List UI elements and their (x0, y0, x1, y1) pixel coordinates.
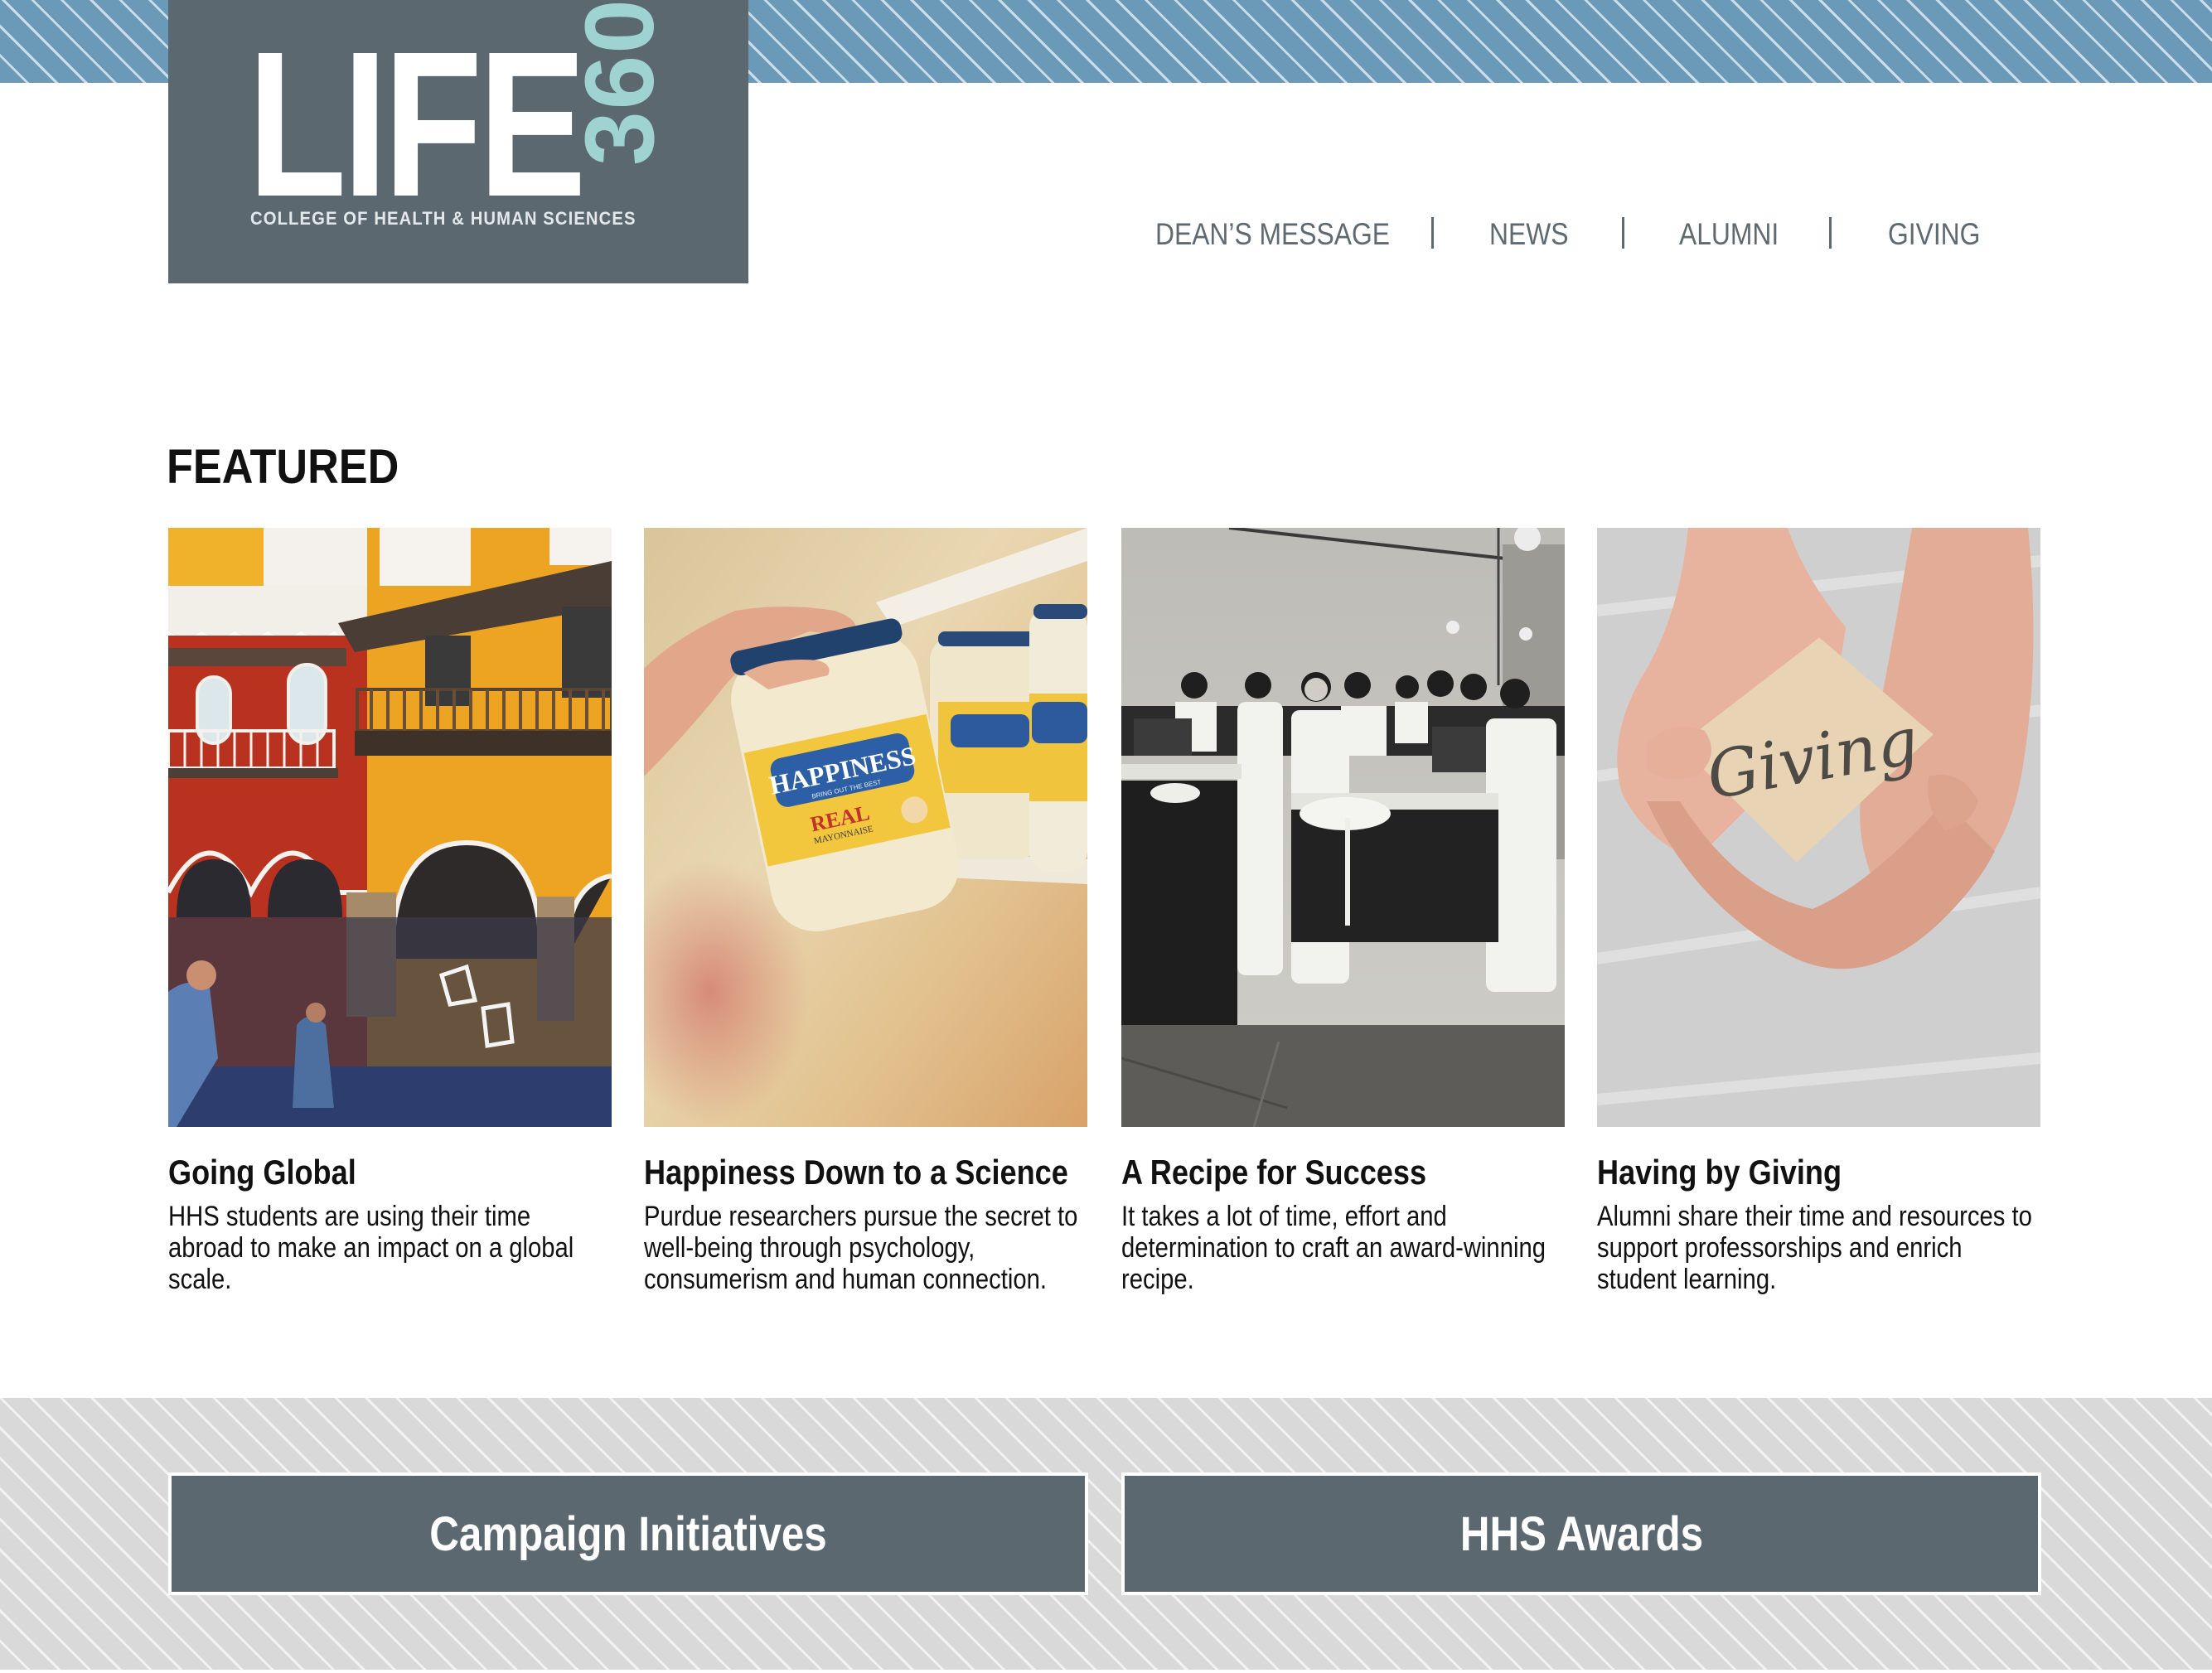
hhs-awards-button[interactable]: HHS Awards (1121, 1472, 2041, 1595)
mayonnaise-jar-illustration: HAPPINESS BRING OUT THE BEST REAL MAYONN… (644, 528, 1087, 1127)
nav-item-deans-message[interactable]: DEAN’S MESSAGE (1155, 214, 1390, 255)
logo-subtitle: COLLEGE OF HEALTH & HUMAN SCIENCES (250, 208, 636, 229)
card-title[interactable]: Happiness Down to a Science (644, 1151, 1068, 1194)
nav-separator (1431, 217, 1434, 249)
nav-separator (1622, 217, 1624, 249)
card-image-colonial-buildings[interactable] (168, 528, 612, 1127)
colonial-buildings-illustration (168, 528, 612, 1127)
nav-item-alumni[interactable]: ALUMNI (1679, 214, 1779, 255)
cta-label: Campaign Initiatives (429, 1506, 827, 1561)
logo-wordmark: LIFE (248, 8, 586, 239)
card-description: Alumni share their time and resources to… (1597, 1201, 2032, 1295)
card-image-giving-hands[interactable]: Giving (1597, 528, 2040, 1127)
nav-item-giving[interactable]: GIVING (1888, 214, 1980, 255)
card-description: It takes a lot of time, effort and deter… (1121, 1201, 1546, 1295)
card-title[interactable]: A Recipe for Success (1121, 1151, 1426, 1194)
cta-label: HHS Awards (1459, 1506, 1703, 1561)
giving-hands-illustration: Giving (1597, 528, 2040, 1127)
card-image-mayonnaise-jar[interactable]: HAPPINESS BRING OUT THE BEST REAL MAYONN… (644, 528, 1087, 1127)
campaign-initiatives-button[interactable]: Campaign Initiatives (168, 1472, 1088, 1595)
nav-separator (1829, 217, 1832, 249)
historic-kitchen-illustration (1121, 528, 1565, 1127)
site-logo[interactable]: LIFE 360 COLLEGE OF HEALTH & HUMAN SCIEN… (168, 0, 748, 283)
featured-heading: FEATURED (167, 440, 399, 494)
nav-item-news[interactable]: NEWS (1489, 214, 1568, 255)
card-image-historic-kitchen[interactable] (1121, 528, 1565, 1127)
card-description: HHS students are using their time abroad… (168, 1201, 574, 1295)
featured-card-happiness[interactable]: HAPPINESS BRING OUT THE BEST REAL MAYONN… (644, 528, 1087, 1295)
card-title[interactable]: Having by Giving (1597, 1151, 1842, 1194)
featured-card-going-global[interactable]: Going Global HHS students are using thei… (168, 528, 612, 1295)
logo-number: 360 (565, 0, 675, 166)
featured-card-recipe[interactable]: A Recipe for Success It takes a lot of t… (1121, 528, 1565, 1295)
card-title[interactable]: Going Global (168, 1151, 356, 1194)
card-description: Purdue researchers pursue the secret to … (644, 1201, 1078, 1295)
featured-card-giving[interactable]: Giving Having by Giving Alumni share the… (1597, 528, 2040, 1295)
